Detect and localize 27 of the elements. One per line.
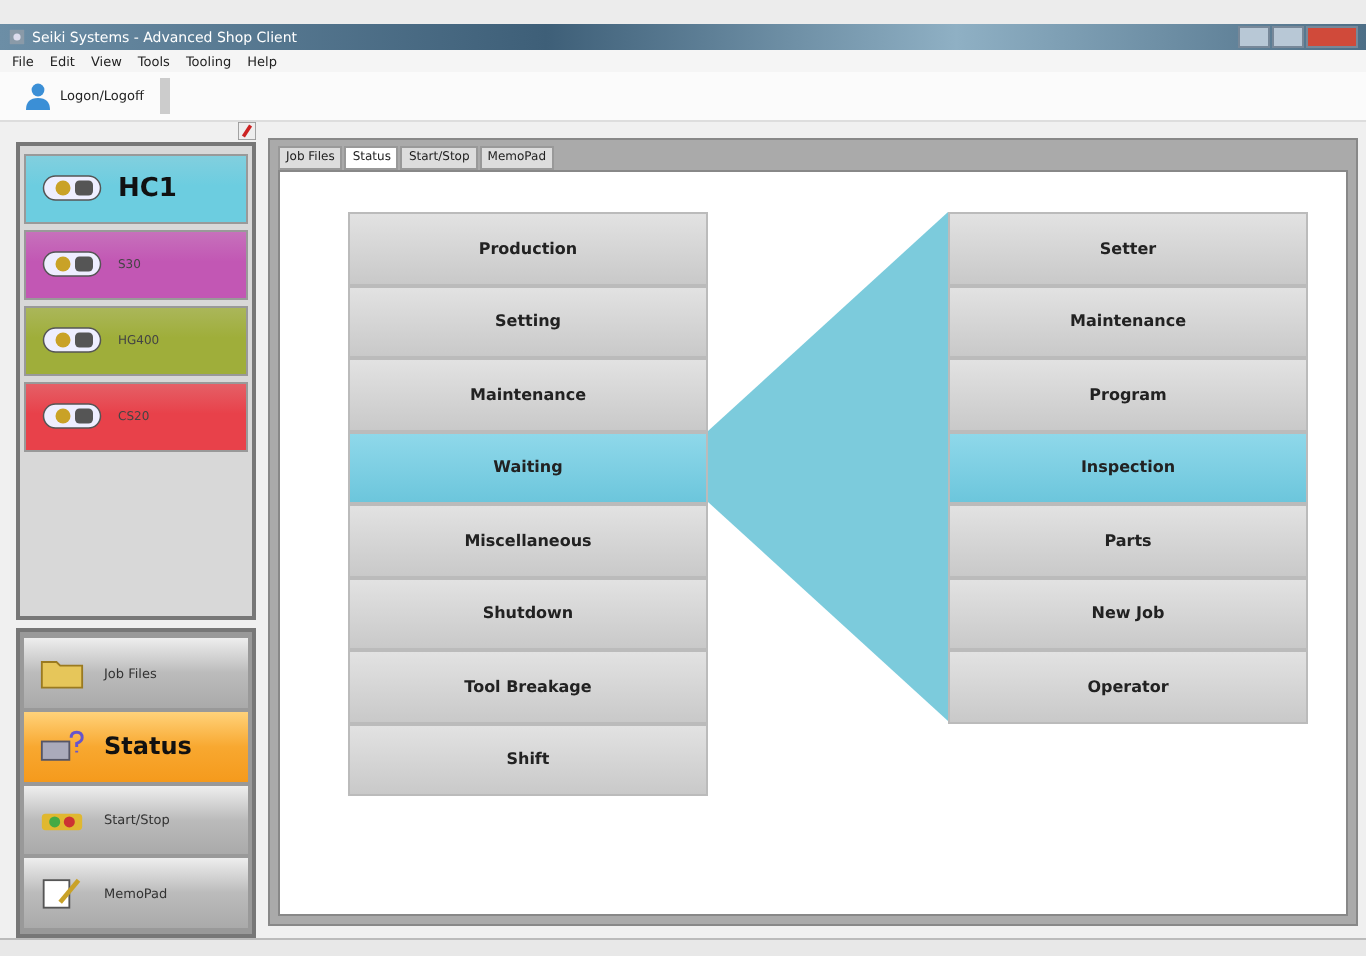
status-button[interactable]: Waiting	[348, 431, 708, 504]
reason-button[interactable]: Maintenance	[948, 285, 1308, 358]
status-button[interactable]: Shutdown	[348, 577, 708, 650]
reason-button[interactable]: Setter	[948, 212, 1308, 285]
nav-item[interactable]: Status	[24, 712, 248, 782]
minimize-button[interactable]	[1238, 26, 1270, 48]
reason-button[interactable]: Program	[948, 358, 1308, 431]
status-button[interactable]: Shift	[348, 723, 708, 796]
status-button[interactable]: Miscellaneous	[348, 504, 708, 577]
status-button[interactable]: Tool Breakage	[348, 650, 708, 723]
app-icon	[8, 28, 26, 46]
status-button[interactable]: Maintenance	[348, 358, 708, 431]
reason-button[interactable]: Operator	[948, 650, 1308, 723]
reason-button[interactable]: Inspection	[948, 431, 1308, 504]
toolbar-grip	[159, 78, 170, 114]
memo-icon	[40, 876, 84, 911]
user-icon	[24, 82, 52, 110]
machine-item[interactable]: HC1	[24, 153, 248, 224]
status-icon	[40, 729, 84, 764]
pin-icon[interactable]	[238, 122, 256, 140]
close-button[interactable]	[1306, 26, 1358, 48]
folder-icon	[40, 656, 84, 691]
status-button[interactable]: Setting	[348, 285, 708, 358]
maximize-button[interactable]	[1272, 26, 1304, 48]
reason-button[interactable]: New Job	[948, 577, 1308, 650]
reason-button[interactable]: Parts	[948, 504, 1308, 577]
status-button[interactable]: Production	[348, 212, 708, 285]
